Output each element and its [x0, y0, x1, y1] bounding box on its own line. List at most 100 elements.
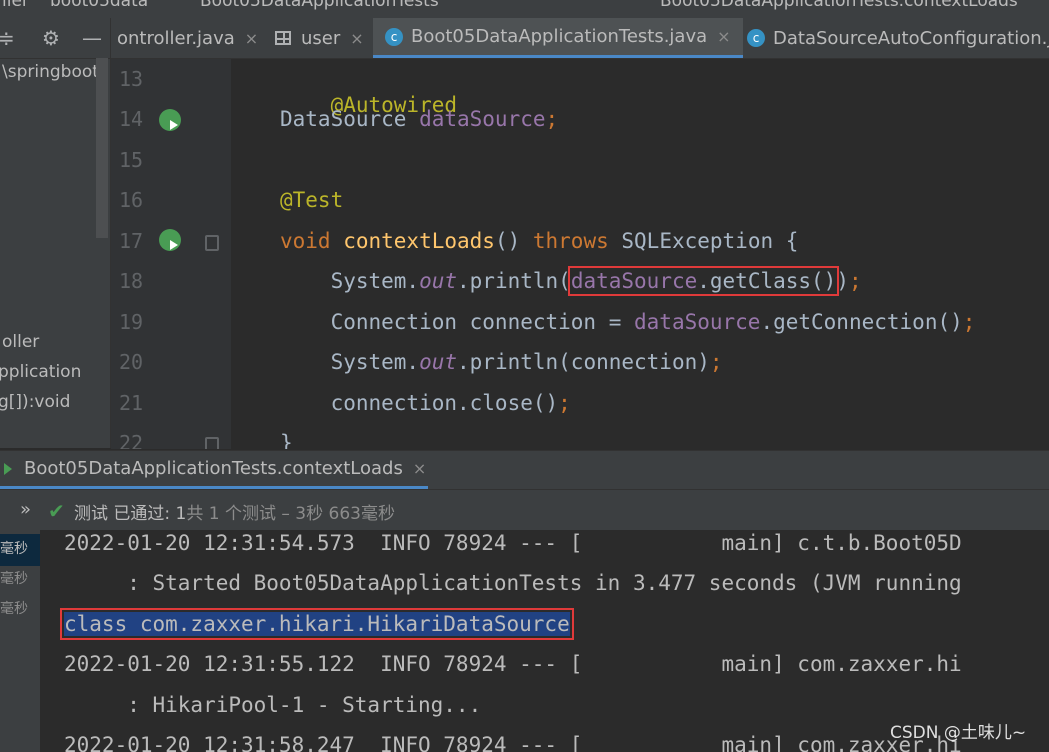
gear-icon[interactable]: ⚙: [42, 26, 60, 50]
code-token: .getConnection(): [760, 310, 963, 334]
tree-item[interactable]: oller: [2, 332, 39, 352]
test-time-row[interactable]: 毫秒: [0, 564, 40, 596]
tree-item[interactable]: g[]):void: [0, 392, 70, 412]
run-tab-label: Boot05DataApplicationTests.contextLoads: [24, 458, 403, 479]
breadcrumb-item[interactable]: ller: [2, 0, 29, 11]
line-number: 22: [119, 431, 144, 449]
tab-boot05-tests[interactable]: c Boot05DataApplicationTests.java ×: [373, 18, 743, 58]
code-line-18: System.out.println(dataSource.getClass()…: [280, 266, 862, 296]
tests-detail-label: 共 1 个测试 – 3秒 663毫秒: [186, 504, 395, 524]
line-number: 15: [119, 148, 144, 172]
output-line: 2022-01-20 12:31:54.573 INFO 78924 --- […: [64, 531, 962, 555]
editor-tab-bar: ontroller.java × user × c Boot05DataAppl…: [111, 18, 1049, 59]
class-icon: c: [385, 27, 403, 46]
output-line: : Started Boot05DataApplicationTests in …: [64, 571, 962, 595]
semicolon-token: ;: [545, 107, 559, 131]
watermark: CSDN @土味儿~: [890, 723, 1027, 743]
static-field-token: out: [419, 350, 458, 374]
code-token: Connection connection =: [280, 310, 635, 334]
keyword-token: throws: [532, 229, 622, 253]
close-icon[interactable]: ×: [717, 27, 730, 46]
line-number: 16: [119, 188, 144, 212]
field-token: dataSource: [634, 310, 761, 334]
exception-token: SQLException {: [621, 229, 799, 253]
code-line-13: @Autowired: [280, 66, 457, 144]
collapse-icon[interactable]: ≑: [0, 26, 15, 50]
code-line-19: Connection connection = dataSource.getCo…: [280, 309, 976, 335]
semicolon-token: ;: [558, 391, 571, 415]
tab-label: ontroller.java: [117, 27, 235, 49]
code-line-21: connection.close();: [280, 390, 571, 416]
code-token: connection.close(): [280, 391, 559, 415]
tab-label: user: [301, 27, 341, 49]
line-number: 19: [119, 310, 144, 334]
static-field-token: out: [419, 269, 458, 293]
tab-label: Boot05DataApplicationTests.java: [411, 26, 708, 47]
code-line-22: }: [280, 430, 293, 449]
tab-user[interactable]: user ×: [275, 18, 364, 58]
sidebar-toolbar: ≑ ⚙ —: [0, 18, 110, 59]
project-path: \springboot\: [2, 62, 105, 82]
code-token: .println(connection): [457, 350, 710, 374]
type-token: DataSource: [280, 107, 420, 131]
paren-token: ): [836, 269, 849, 293]
close-icon[interactable]: ×: [245, 29, 258, 48]
test-time-row[interactable]: 毫秒: [0, 594, 40, 626]
run-tool-window-tabs: Boot05DataApplicationTests.contextLoads …: [0, 450, 1049, 489]
test-time-row[interactable]: 毫秒: [0, 534, 40, 566]
code-line-20: System.out.println(connection);: [280, 349, 723, 375]
tests-passed-label: 测试 已通过: 1: [74, 504, 187, 524]
breadcrumb-item[interactable]: boot05data: [50, 0, 148, 11]
project-sidebar: ≑ ⚙ — \springboot\ oller pplication g[])…: [0, 18, 111, 448]
line-number: 20: [119, 350, 144, 374]
semicolon-token: ;: [709, 350, 723, 374]
paren-token: (): [494, 229, 533, 253]
line-number: 18: [119, 269, 144, 293]
fold-icon[interactable]: [205, 235, 219, 251]
field-token: dataSource: [419, 107, 546, 131]
code-line-16: @Test: [280, 187, 343, 213]
code-token: .getClass(): [697, 269, 837, 293]
check-icon: ✔: [48, 499, 65, 523]
minimize-icon[interactable]: —: [82, 26, 102, 50]
code-editor[interactable]: @Autowired DataSource dataSource; @Test …: [231, 59, 1049, 449]
sidebar-scrollbar[interactable]: [96, 58, 108, 238]
line-number: 13: [119, 67, 144, 91]
selected-output-line: class com.zaxxer.hikari.HikariDataSource: [60, 608, 574, 640]
line-number: 21: [119, 391, 144, 415]
code-line-17: void contextLoads() throws SQLException …: [280, 228, 798, 254]
editor-gutter: 13 14 15 16 17 18 19 20 21 22: [111, 59, 231, 449]
tree-item[interactable]: pplication: [0, 362, 81, 382]
close-icon[interactable]: ×: [350, 29, 363, 48]
close-icon[interactable]: ×: [413, 459, 426, 478]
code-token: .println(: [457, 269, 571, 293]
run-tab[interactable]: Boot05DataApplicationTests.contextLoads …: [0, 451, 428, 489]
tab-controller[interactable]: ontroller.java ×: [117, 18, 258, 58]
code-token: }: [280, 431, 293, 449]
breadcrumb-bar: ller boot05data Boot05DataApplicationTes…: [0, 0, 1049, 19]
test-status-bar: » ✔ 测试 已通过: 1共 1 个测试 – 3秒 663毫秒: [0, 489, 1049, 531]
semicolon-token: ;: [848, 269, 862, 293]
code-token: System.: [280, 350, 420, 374]
fold-icon[interactable]: [205, 437, 219, 449]
output-line: 2022-01-20 12:31:58.247 INFO 78924 --- […: [64, 733, 962, 752]
breadcrumb-item[interactable]: Boot05DataApplicationTests: [200, 0, 439, 11]
chevron-right-icon[interactable]: »: [20, 499, 31, 520]
table-icon: [275, 31, 291, 45]
line-number: 14: [119, 107, 144, 131]
field-token: dataSource: [570, 269, 698, 293]
tab-label: DataSourceAutoConfiguration.java: [773, 27, 1049, 49]
method-token: contextLoads: [343, 229, 495, 253]
run-config-selector[interactable]: Boot05DataApplicationTests.contextLoads: [660, 0, 1018, 11]
semicolon-token: ;: [962, 310, 976, 334]
keyword-token: void: [280, 229, 344, 253]
run-test-icon[interactable]: [159, 229, 181, 251]
test-status-text: 测试 已通过: 1共 1 个测试 – 3秒 663毫秒: [74, 499, 395, 524]
output-line: : HikariPool-1 - Starting...: [64, 693, 482, 717]
tab-datasource-autoconfig[interactable]: c DataSourceAutoConfiguration.java: [747, 18, 1049, 58]
test-tree-panel: 毫秒 毫秒 毫秒: [0, 530, 40, 752]
highlighted-expression: dataSource.getClass(): [567, 266, 840, 296]
class-icon: c: [747, 29, 765, 47]
navigate-bean-icon[interactable]: [159, 109, 181, 131]
annotation-token: @Test: [280, 188, 344, 212]
